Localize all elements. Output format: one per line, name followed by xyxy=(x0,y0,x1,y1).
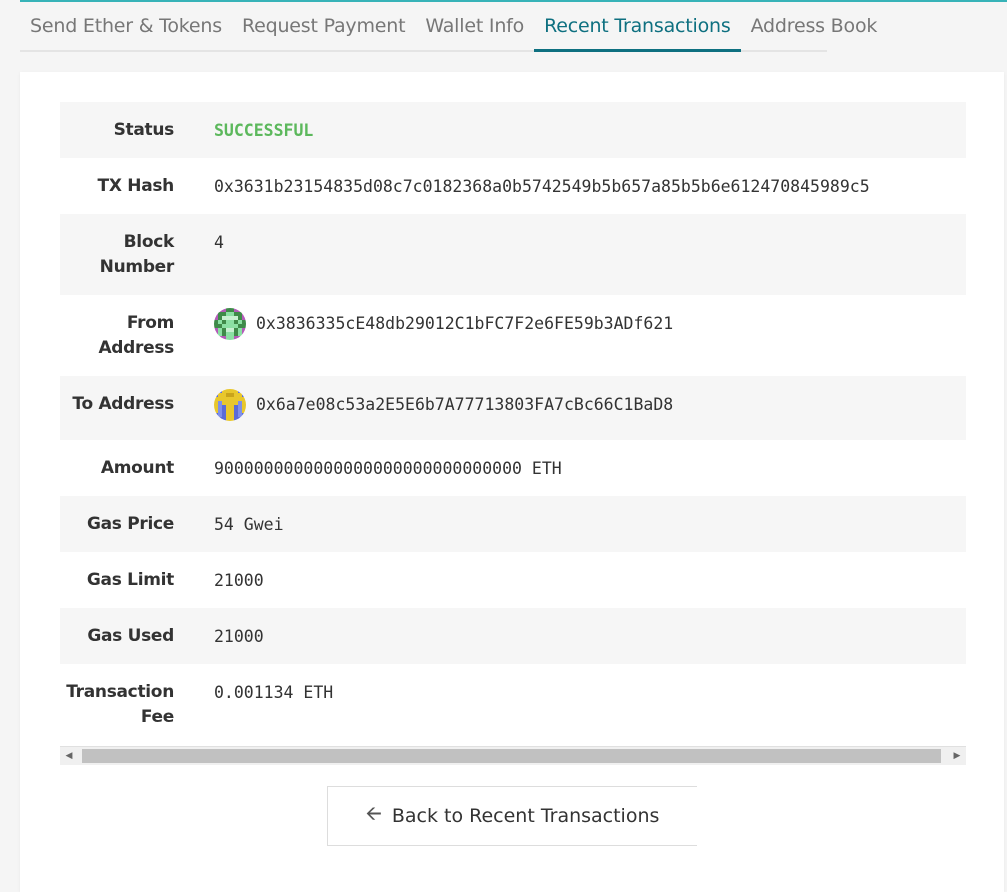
row-amount: Amount 9000000000000000000000000000000 E… xyxy=(60,440,966,496)
block-number-value: 4 xyxy=(214,233,224,252)
horizontal-scrollbar[interactable]: ◀ ▶ xyxy=(60,746,966,765)
from-address-label: From Address xyxy=(98,313,174,358)
status-value: SUCCESSFUL xyxy=(214,121,314,140)
back-to-recent-transactions-button[interactable]: 🡨 Back to Recent Transactions xyxy=(327,786,697,846)
from-address-value-wrap: 0x3836335cE48db29012C1bFC7F2e6FE59b3ADf6… xyxy=(214,308,674,340)
row-to-address: To Address 0x6a7e08c53a2E5E6b7A77713803F… xyxy=(60,376,966,440)
scrollbar-thumb[interactable] xyxy=(82,749,941,763)
row-from-address: From Address 0x3836335cE48db29012C1bFC7F… xyxy=(60,295,966,376)
tab-wallet-info[interactable]: Wallet Info xyxy=(415,2,534,50)
transaction-details-card: Status SUCCESSFUL TX Hash 0x3631b2315483… xyxy=(20,72,1004,892)
transaction-fee-label: Transaction Fee xyxy=(66,682,174,727)
transaction-details-table: Status SUCCESSFUL TX Hash 0x3631b2315483… xyxy=(60,102,966,745)
row-transaction-fee: Transaction Fee 0.001134 ETH xyxy=(60,664,966,745)
gas-used-value: 21000 xyxy=(214,627,264,646)
arrow-left-icon: 🡨 xyxy=(365,801,382,825)
tx-hash-label: TX Hash xyxy=(97,176,175,196)
gas-used-label: Gas Used xyxy=(87,626,174,646)
from-address-identicon-icon xyxy=(214,308,246,340)
to-address-value-wrap: 0x6a7e08c53a2E5E6b7A77713803FA7cBc66C1Ba… xyxy=(214,389,674,421)
row-gas-price: Gas Price 54 Gwei xyxy=(60,496,966,552)
row-tx-hash: TX Hash 0x3631b23154835d08c7c0182368a0b5… xyxy=(60,158,966,214)
amount-value: 9000000000000000000000000000000 ETH xyxy=(214,459,562,478)
tab-address-book[interactable]: Address Book xyxy=(741,2,888,50)
to-address-identicon-icon xyxy=(214,389,246,421)
back-button-label: Back to Recent Transactions xyxy=(391,805,660,827)
scroll-right-arrow-icon[interactable]: ▶ xyxy=(948,747,966,765)
from-address-value: 0x3836335cE48db29012C1bFC7F2e6FE59b3ADf6… xyxy=(256,314,674,333)
gas-limit-value: 21000 xyxy=(214,571,264,590)
row-gas-limit: Gas Limit 21000 xyxy=(60,552,966,608)
row-block-number: Block Number 4 xyxy=(60,214,966,295)
row-gas-used: Gas Used 21000 xyxy=(60,608,966,664)
tab-send-ether-tokens[interactable]: Send Ether & Tokens xyxy=(20,2,232,50)
gas-price-value: 54 Gwei xyxy=(214,515,284,534)
to-address-value: 0x6a7e08c53a2E5E6b7A77713803FA7cBc66C1Ba… xyxy=(256,395,674,414)
tab-request-payment[interactable]: Request Payment xyxy=(232,2,415,50)
row-status: Status SUCCESSFUL xyxy=(60,102,966,158)
tab-recent-transactions[interactable]: Recent Transactions xyxy=(534,2,741,52)
tx-hash-value: 0x3631b23154835d08c7c0182368a0b5742549b5… xyxy=(214,177,870,196)
status-label: Status xyxy=(113,120,175,140)
gas-price-label: Gas Price xyxy=(86,514,174,534)
to-address-label: To Address xyxy=(72,394,174,414)
amount-label: Amount xyxy=(100,458,174,478)
gas-limit-label: Gas Limit xyxy=(86,570,174,590)
scroll-left-arrow-icon[interactable]: ◀ xyxy=(60,747,78,765)
block-number-label: Block Number xyxy=(99,232,175,277)
tab-bar: Send Ether & Tokens Request Payment Wall… xyxy=(20,2,877,52)
transaction-fee-value: 0.001134 ETH xyxy=(214,683,334,702)
